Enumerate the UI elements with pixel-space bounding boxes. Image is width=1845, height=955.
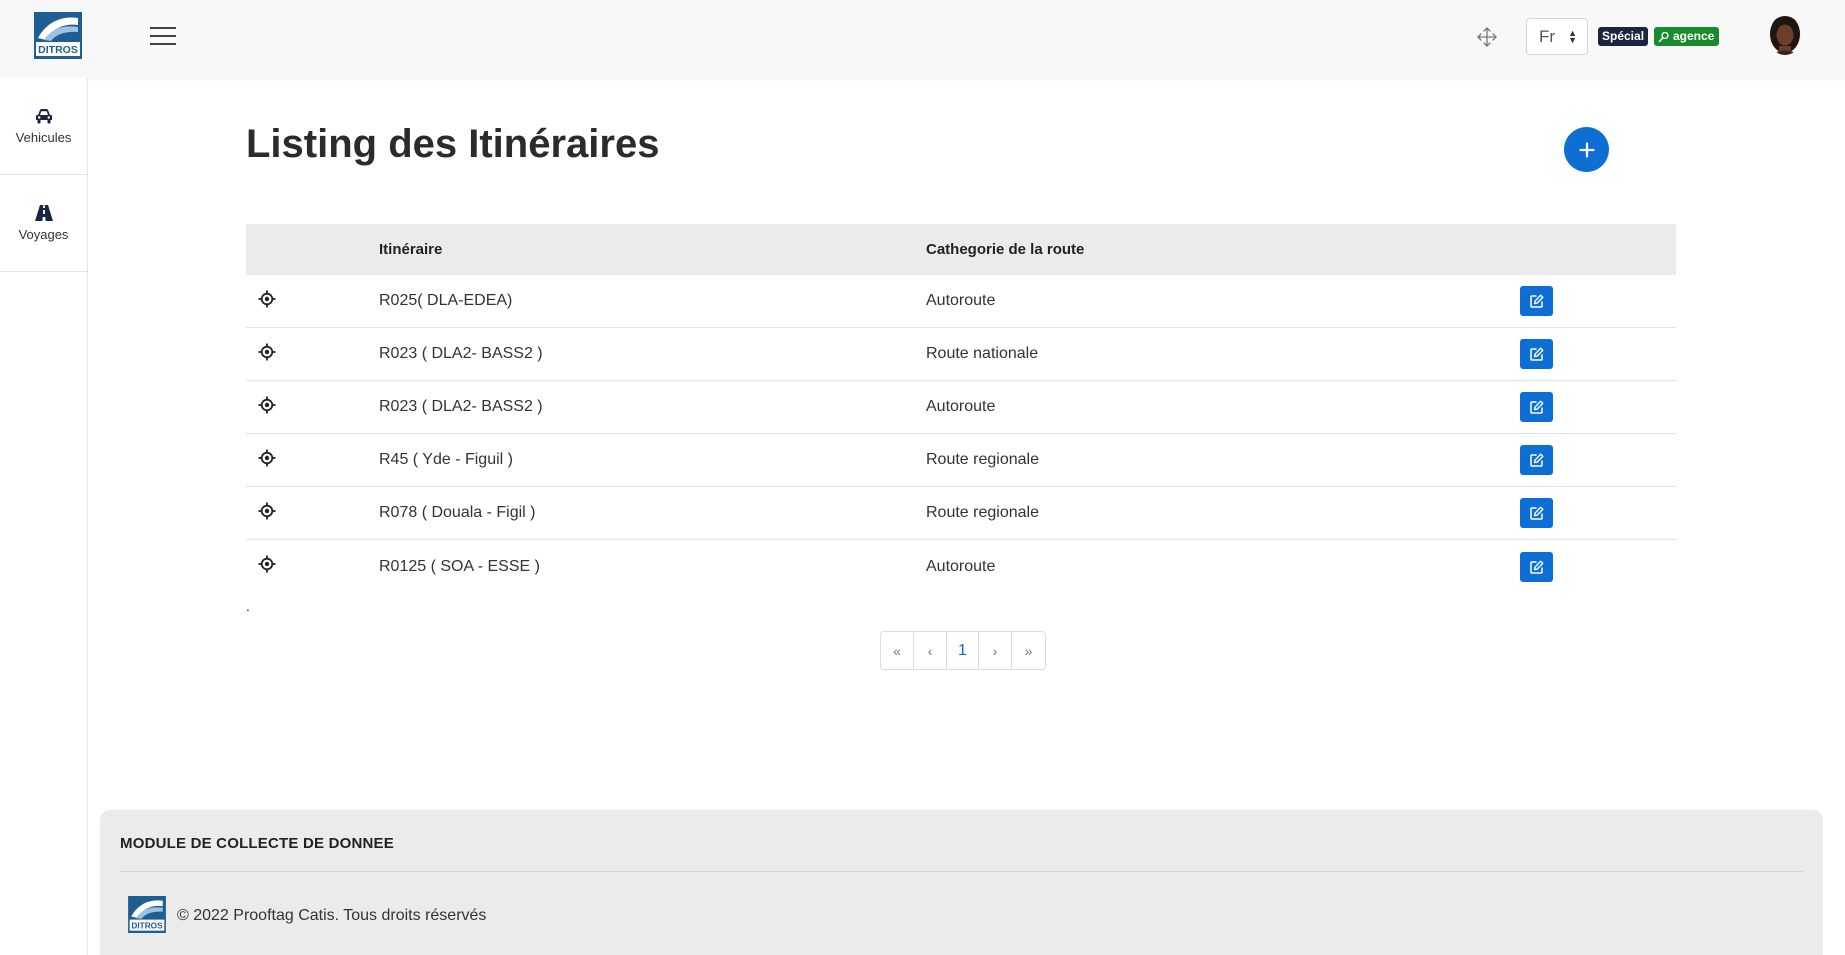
table-row: R023 ( DLA2- BASS2 ) Route nationale [246,328,1676,381]
itineraire-cell: R078 ( Douala - Figil ) [379,504,536,521]
edit-button[interactable] [1520,392,1553,422]
move-arrows-icon [1477,27,1497,47]
pagination-prev-button[interactable]: ‹ [914,632,947,669]
itineraire-cell: R0125 ( SOA - ESSE ) [379,557,540,575]
table-row: R0125 ( SOA - ESSE ) Autoroute [246,540,1676,593]
edit-icon [1529,506,1543,520]
edit-button[interactable] [1520,339,1553,369]
categorie-cell: Route regionale [926,451,1039,468]
edit-button[interactable] [1520,286,1553,316]
locate-icon[interactable] [258,502,276,525]
agence-badge-label: agence [1673,29,1715,43]
edit-icon [1529,347,1543,361]
column-header-categorie: Cathegorie de la route [926,241,1085,258]
sidebar-item-label: Voyages [18,226,69,242]
table-row: R45 ( Yde - Figuil ) Route regionale [246,434,1676,487]
user-search-icon [1658,31,1669,42]
select-caret-icon: ▲ ▼ [1568,28,1577,45]
special-badge: Spécial [1598,27,1649,46]
itineraire-cell: R023 ( DLA2- BASS2 ) [379,398,543,415]
categorie-cell: Route regionale [926,504,1039,521]
car-icon [35,108,52,123]
ditros-logo[interactable]: DITROS [34,12,82,59]
edit-icon [1529,294,1543,308]
top-navbar: DITROS Fr ▲ ▼ Spécial agence [0,0,1845,78]
edit-icon [1529,453,1543,467]
edit-button[interactable] [1520,498,1553,528]
pagination-first-button[interactable]: « [881,632,914,669]
table-row: R025( DLA-EDEA) Autoroute [246,275,1676,328]
footer-logo-text: DITROS [131,921,163,930]
stray-dot-text: . [246,598,250,614]
edit-icon [1529,560,1543,574]
sidebar-item-label: Vehicules [15,129,72,145]
categorie-cell: Autoroute [926,398,996,415]
footer-divider [120,871,1803,872]
hamburger-menu-button[interactable] [150,27,176,47]
sidebar-item-voyages[interactable]: Voyages [0,175,87,272]
pagination-next-button[interactable]: › [979,632,1012,669]
edit-button[interactable] [1520,445,1553,475]
sidebar: Vehicules Voyages [0,78,88,955]
locate-icon[interactable] [258,343,276,366]
itineraire-cell: R45 ( Yde - Figuil ) [379,451,513,468]
user-avatar[interactable] [1768,16,1802,55]
fullscreen-toggle-button[interactable] [1476,26,1498,48]
locate-icon[interactable] [258,396,276,419]
categorie-cell: Autoroute [926,557,996,575]
table-row: R078 ( Douala - Figil ) Route regionale [246,487,1676,540]
hamburger-icon [150,27,176,29]
page-title: Listing des Itinéraires [246,122,660,166]
footer-copyright: © 2022 Prooftag Catis. Tous droits réser… [177,907,487,924]
categorie-cell: Autoroute [926,292,996,309]
itineraire-cell: R025( DLA-EDEA) [379,292,513,309]
table-row: R023 ( DLA2- BASS2 ) Autoroute [246,381,1676,434]
road-icon [34,204,53,221]
footer: MODULE DE COLLECTE DE DONNEE DITROS © 20… [100,810,1823,955]
add-itineraire-button[interactable] [1564,127,1609,172]
itineraire-cell: R023 ( DLA2- BASS2 ) [379,345,543,362]
pagination-page-1[interactable]: 1 [947,632,979,669]
column-header-itineraire: Itinéraire [379,241,443,258]
locate-icon[interactable] [258,290,276,313]
plus-icon [1578,141,1595,158]
sidebar-item-vehicules[interactable]: Vehicules [0,78,87,175]
table-header: Itinéraire Cathegorie de la route [246,224,1676,275]
edit-button[interactable] [1520,551,1553,582]
logo-text: DITROS [38,44,78,56]
pagination-last-button[interactable]: » [1012,632,1045,669]
footer-title: MODULE DE COLLECTE DE DONNEE [120,835,394,852]
language-select[interactable]: Fr ▲ ▼ [1526,18,1588,55]
locate-icon[interactable] [258,555,276,578]
footer-ditros-logo: DITROS [128,896,166,933]
agence-badge: agence [1654,27,1720,46]
pagination: « ‹ 1 › » [880,631,1046,670]
locate-icon[interactable] [258,449,276,472]
edit-icon [1529,400,1543,414]
itineraires-table: Itinéraire Cathegorie de la route R025( … [246,224,1676,593]
categorie-cell: Route nationale [926,345,1039,362]
language-value: Fr [1539,26,1556,46]
